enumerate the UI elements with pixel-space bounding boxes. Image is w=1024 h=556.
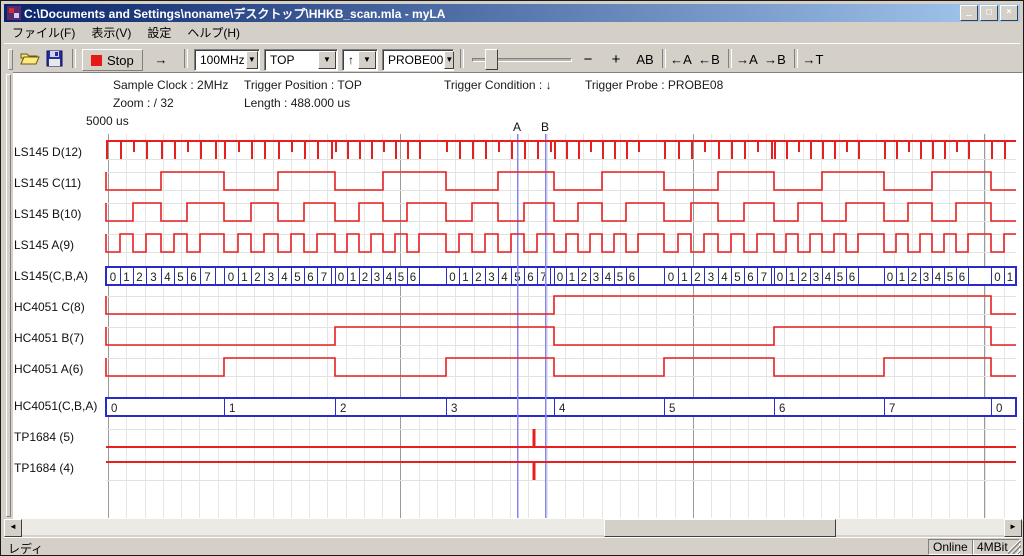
open-file-icon[interactable] bbox=[20, 50, 40, 67]
trigger-condition-info: Trigger Condition : ↓ bbox=[444, 78, 552, 92]
length-info: Length : 488.000 us bbox=[244, 96, 350, 110]
goto-cursor-a-right-button[interactable]: →A bbox=[734, 49, 760, 69]
goto-trigger-button[interactable]: →T bbox=[800, 49, 826, 69]
signal-label: TP1684 (4) bbox=[14, 461, 74, 475]
signal-label: HC4051 B(7) bbox=[14, 331, 84, 345]
maximize-button[interactable]: □ bbox=[980, 5, 998, 21]
zoom-slider-handle[interactable] bbox=[485, 49, 498, 70]
signal-label: HC4051 C(8) bbox=[14, 300, 85, 314]
goto-cursor-b-right-button[interactable]: →B bbox=[762, 49, 788, 69]
signal-label: LS145 D(12) bbox=[14, 145, 82, 159]
stop-button[interactable]: Stop bbox=[82, 49, 143, 71]
toolbar: Stop → 100MHz ▼ TOP ▼ ↑ ▼ PROBE00 ▼ − + … bbox=[4, 43, 1020, 73]
scroll-left-icon[interactable]: ◄ bbox=[4, 519, 22, 537]
app-window: C:\Documents and Settings\noname\デスクトップ\… bbox=[0, 0, 1024, 556]
title-bar[interactable]: C:\Documents and Settings\noname\デスクトップ\… bbox=[4, 4, 1020, 22]
trigger-position-value: TOP bbox=[265, 53, 317, 67]
chevron-down-icon[interactable]: ▼ bbox=[358, 51, 376, 69]
run-button[interactable]: → bbox=[146, 49, 176, 69]
horizontal-scrollbar[interactable]: ◄ ► bbox=[4, 519, 1022, 535]
scrollbar-thumb[interactable] bbox=[604, 519, 836, 537]
signal-label: LS145(C,B,A) bbox=[14, 269, 88, 283]
chevron-down-icon[interactable]: ▼ bbox=[318, 51, 336, 69]
trigger-probe-value: PROBE00 bbox=[383, 53, 443, 67]
resize-grip[interactable] bbox=[1008, 541, 1021, 554]
menu-help[interactable]: ヘルプ(H) bbox=[179, 22, 248, 43]
cursor-b-label[interactable]: B bbox=[541, 120, 549, 134]
save-icon[interactable] bbox=[46, 50, 66, 67]
cursor-a-label[interactable]: A bbox=[513, 120, 521, 134]
trigger-probe-info: Trigger Probe : PROBE08 bbox=[585, 78, 723, 92]
chevron-down-icon[interactable]: ▼ bbox=[444, 51, 454, 69]
toolbar-gripper[interactable] bbox=[8, 49, 13, 70]
goto-cursor-b-left-button[interactable]: ←B bbox=[696, 49, 722, 69]
status-online: Online bbox=[928, 539, 974, 555]
trigger-edge-value: ↑ bbox=[343, 53, 357, 67]
signal-label: LS145 A(9) bbox=[14, 238, 74, 252]
goto-cursor-a-left-button[interactable]: ←A bbox=[668, 49, 694, 69]
left-toolbar-strip bbox=[4, 72, 13, 519]
app-icon bbox=[7, 6, 21, 20]
toolbar-separator bbox=[662, 49, 666, 68]
close-button[interactable]: × bbox=[1000, 5, 1018, 21]
timeline-label: 5000 us bbox=[86, 114, 129, 128]
trigger-probe-combo[interactable]: PROBE00 ▼ bbox=[382, 49, 454, 71]
stop-icon bbox=[91, 55, 102, 66]
window-title: C:\Documents and Settings\noname\デスクトップ\… bbox=[24, 5, 445, 22]
menu-settings[interactable]: 設定 bbox=[139, 22, 179, 43]
zoom-in-button[interactable]: + bbox=[604, 49, 628, 69]
sample-clock-value: 100MHz bbox=[195, 53, 245, 67]
signal-label: LS145 B(10) bbox=[14, 207, 81, 221]
trigger-position-info: Trigger Position : TOP bbox=[244, 78, 362, 92]
waveform-client-area[interactable] bbox=[4, 72, 1023, 521]
signal-label: HC4051(C,B,A) bbox=[14, 399, 97, 413]
chevron-down-icon[interactable]: ▼ bbox=[246, 51, 258, 69]
signal-label: TP1684 (5) bbox=[14, 430, 74, 444]
zoom-ab-button[interactable]: AB bbox=[632, 49, 658, 69]
sample-clock-info: Sample Clock : 2MHz bbox=[113, 78, 228, 92]
scroll-right-icon[interactable]: ► bbox=[1004, 519, 1022, 537]
minimize-button[interactable]: _ bbox=[960, 5, 978, 21]
toolbar-separator bbox=[794, 49, 798, 68]
signal-label: HC4051 A(6) bbox=[14, 362, 83, 376]
trigger-edge-combo[interactable]: ↑ ▼ bbox=[342, 49, 378, 71]
toolbar-separator bbox=[72, 49, 76, 68]
stop-label: Stop bbox=[107, 53, 134, 68]
toolbar-separator bbox=[460, 49, 464, 68]
toolbar-separator bbox=[728, 49, 732, 68]
trigger-position-combo[interactable]: TOP ▼ bbox=[264, 49, 338, 71]
toolbar-separator bbox=[184, 49, 188, 68]
zoom-info: Zoom : / 32 bbox=[113, 96, 174, 110]
signal-label: LS145 C(11) bbox=[14, 176, 81, 190]
menu-file[interactable]: ファイル(F) bbox=[4, 22, 83, 43]
menu-view[interactable]: 表示(V) bbox=[83, 22, 139, 43]
menu-bar: ファイル(F) 表示(V) 設定 ヘルプ(H) bbox=[4, 23, 1020, 42]
sample-clock-combo[interactable]: 100MHz ▼ bbox=[194, 49, 260, 71]
zoom-out-button[interactable]: − bbox=[576, 49, 600, 69]
status-bar: レディ Online 4MBit bbox=[4, 537, 1022, 555]
status-ready: レディ bbox=[8, 540, 43, 556]
